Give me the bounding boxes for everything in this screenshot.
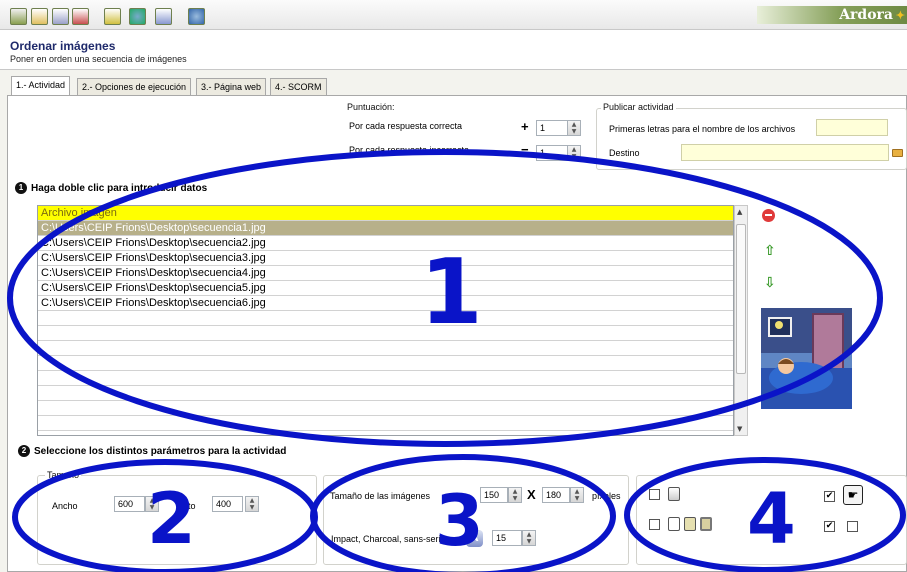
save-icon[interactable] bbox=[52, 8, 69, 25]
correct-points-stepper[interactable]: ▲ ▼ bbox=[567, 120, 581, 136]
table-row-empty[interactable] bbox=[38, 311, 733, 326]
image-height-stepper[interactable]: ▲ ▼ bbox=[570, 487, 584, 503]
table-row[interactable]: C:\Users\CEIP Frions\Desktop\secuencia1.… bbox=[38, 221, 733, 236]
move-down-icon[interactable]: ⇩ bbox=[764, 275, 776, 291]
save-as-icon[interactable] bbox=[72, 8, 89, 25]
page-title: Ordenar imágenes bbox=[10, 39, 116, 53]
table-row[interactable]: C:\Users\CEIP Frions\Desktop\secuencia4.… bbox=[38, 266, 733, 281]
correct-sign: + bbox=[521, 119, 529, 134]
image-width-stepper[interactable]: ▲ ▼ bbox=[508, 487, 522, 503]
font-family-value: Impact, Charcoal, sans-serif bbox=[331, 534, 444, 544]
tab-pagina-web[interactable]: 3.- Página web bbox=[196, 78, 267, 96]
folder-icon[interactable] bbox=[892, 149, 903, 157]
annotation-number-1: 1 bbox=[420, 240, 483, 345]
table-row-empty[interactable] bbox=[38, 326, 733, 341]
help-icon[interactable] bbox=[188, 8, 205, 25]
scroll-up-icon[interactable]: ▲ bbox=[737, 208, 742, 216]
pixel-unit-label: píxeles bbox=[592, 491, 621, 501]
section2-title: 2 Seleccione los distintos parámetros pa… bbox=[18, 445, 286, 457]
border-checkbox[interactable] bbox=[649, 489, 660, 500]
tab-actividad[interactable]: 1.- Actividad bbox=[11, 76, 71, 96]
annotation-number-2: 2 bbox=[147, 478, 196, 560]
table-scrollbar[interactable]: ▲ ▼ bbox=[734, 205, 748, 436]
incorrect-sign: − bbox=[521, 142, 529, 157]
globe-icon[interactable] bbox=[129, 8, 146, 25]
tab-scorm[interactable]: 4.- SCORM bbox=[270, 78, 327, 96]
section1-title: 1 Haga doble clic para introducir datos bbox=[15, 182, 207, 194]
destino-input[interactable] bbox=[681, 144, 889, 161]
color-swatch-1-icon[interactable] bbox=[668, 517, 680, 531]
tab-opciones-ejecucion[interactable]: 2.- Opciones de ejecución bbox=[77, 78, 192, 96]
annotation-number-3: 3 bbox=[435, 480, 484, 562]
table-row-empty[interactable] bbox=[38, 416, 733, 431]
incorrect-answer-label: Por cada respuesta incorrecta bbox=[349, 145, 470, 155]
table-row[interactable]: C:\Users\CEIP Frions\Desktop\secuencia3.… bbox=[38, 251, 733, 266]
hand-cursor-icon[interactable]: ☛ bbox=[843, 485, 863, 505]
table-row-empty[interactable] bbox=[38, 401, 733, 416]
destino-label: Destino bbox=[609, 148, 640, 158]
tamano-label: Tamaño bbox=[45, 470, 82, 480]
pointer-checkbox-checked[interactable]: ✔ bbox=[824, 491, 835, 502]
image-file-table[interactable]: Archivo imagen C:\Users\CEIP Frions\Desk… bbox=[37, 205, 734, 436]
table-row-empty[interactable] bbox=[38, 341, 733, 356]
image-size-label: Tamaño de las imágenes bbox=[330, 491, 431, 501]
section1-text: Haga doble clic para introducir datos bbox=[31, 182, 208, 194]
font-size-stepper[interactable]: ▲ ▼ bbox=[522, 530, 536, 546]
option-checkbox[interactable] bbox=[847, 521, 858, 532]
open-icon[interactable] bbox=[31, 8, 48, 25]
section2-bullet: 2 bbox=[18, 445, 30, 457]
color-swatch-3-icon[interactable] bbox=[700, 517, 712, 531]
new-icon[interactable] bbox=[10, 8, 27, 25]
correct-points-input[interactable]: 1 bbox=[536, 120, 568, 136]
table-row-empty[interactable] bbox=[38, 356, 733, 371]
page-subtitle: Poner en orden una secuencia de imágenes bbox=[10, 54, 187, 64]
table-header: Archivo imagen bbox=[38, 206, 733, 221]
size-separator: X bbox=[527, 487, 536, 502]
ancho-label: Ancho bbox=[52, 501, 78, 511]
image-width-input[interactable]: 150 bbox=[480, 487, 508, 503]
brand-name: Ardora bbox=[839, 7, 893, 23]
alto-stepper[interactable]: ▲ ▼ bbox=[245, 496, 259, 512]
incorrect-points-stepper[interactable]: ▲ ▼ bbox=[567, 145, 581, 161]
border-style-icon[interactable] bbox=[668, 487, 680, 501]
image-height-input[interactable]: 180 bbox=[542, 487, 570, 503]
alto-input[interactable]: 400 bbox=[212, 496, 243, 512]
brand-banner: Ardora ✦ bbox=[757, 6, 907, 24]
table-row-empty[interactable] bbox=[38, 386, 733, 401]
annotation-number-4: 4 bbox=[747, 478, 796, 560]
scroll-thumb[interactable] bbox=[736, 224, 746, 374]
option-checkbox-checked[interactable]: ✔ bbox=[824, 521, 835, 532]
incorrect-points-input[interactable]: 1 bbox=[536, 145, 568, 161]
toolbar: Ardora ✦ bbox=[0, 0, 907, 30]
move-up-icon[interactable]: ⇧ bbox=[764, 243, 776, 259]
table-row[interactable]: C:\Users\CEIP Frions\Desktop\secuencia5.… bbox=[38, 281, 733, 296]
book-icon[interactable] bbox=[104, 8, 121, 25]
delete-row-icon[interactable] bbox=[762, 209, 775, 222]
file-prefix-label: Primeras letras para el nombre de los ar… bbox=[609, 124, 796, 134]
image-preview bbox=[761, 308, 852, 409]
font-size-input[interactable]: 15 bbox=[492, 530, 522, 546]
correct-answer-label: Por cada respuesta correcta bbox=[349, 121, 463, 131]
section2-text: Seleccione los distintos parámetros para… bbox=[34, 445, 287, 457]
table-row[interactable]: C:\Users\CEIP Frions\Desktop\secuencia6.… bbox=[38, 296, 733, 311]
brand-logo-icon: ✦ bbox=[895, 9, 905, 22]
preview-icon[interactable] bbox=[155, 8, 172, 25]
color-swatch-2-icon[interactable] bbox=[684, 517, 696, 531]
ancho-input[interactable]: 600 bbox=[114, 496, 145, 512]
section1-bullet: 1 bbox=[15, 182, 27, 194]
table-row-empty[interactable] bbox=[38, 371, 733, 386]
scroll-down-icon[interactable]: ▼ bbox=[737, 425, 742, 433]
publicar-label: Publicar actividad bbox=[601, 102, 676, 112]
puntuacion-label: Puntuación: bbox=[347, 102, 395, 112]
color-checkbox[interactable] bbox=[649, 519, 660, 530]
table-row[interactable]: C:\Users\CEIP Frions\Desktop\secuencia2.… bbox=[38, 236, 733, 251]
file-prefix-input[interactable] bbox=[816, 119, 888, 136]
activity-header bbox=[0, 30, 907, 70]
